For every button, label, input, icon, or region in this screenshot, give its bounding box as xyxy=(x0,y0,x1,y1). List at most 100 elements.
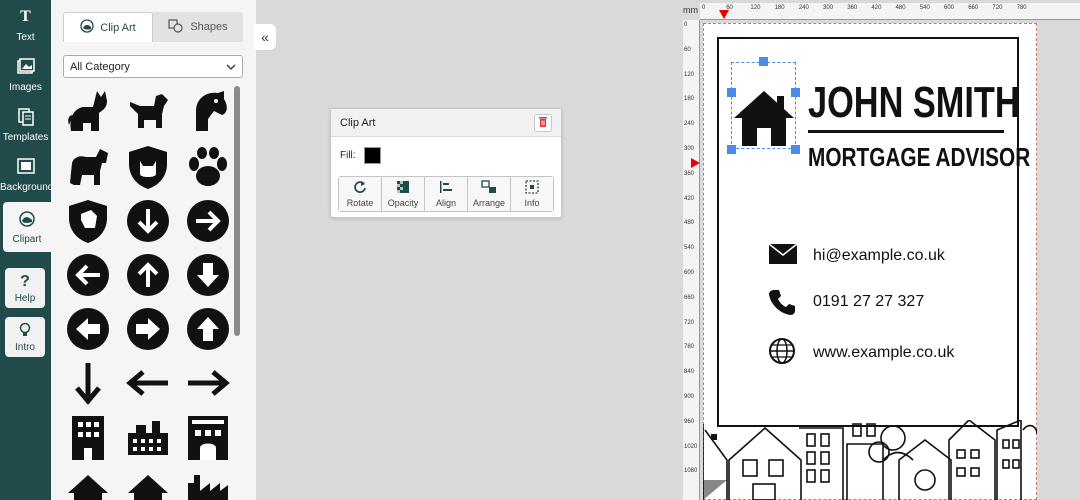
card-website[interactable]: www.example.co.uk xyxy=(813,344,954,362)
arrow-circle-right-icon[interactable] xyxy=(185,198,231,244)
rail-background[interactable]: Background xyxy=(0,150,54,200)
help-label: Help xyxy=(14,293,36,304)
horse-head-icon[interactable] xyxy=(185,88,231,134)
ruler-tick-label: 120 xyxy=(750,5,761,11)
arrow-circle-left-solid-icon[interactable] xyxy=(65,306,111,352)
hotel-icon[interactable] xyxy=(185,414,231,460)
opacity-icon xyxy=(382,180,424,198)
align-button[interactable]: Align xyxy=(425,177,468,211)
house-alt-icon[interactable] xyxy=(125,468,171,500)
opacity-button[interactable]: Opacity xyxy=(382,177,425,211)
lightbulb-icon xyxy=(5,322,45,342)
rail-text[interactable]: T Text xyxy=(0,0,51,50)
ruler-tick-label: 240 xyxy=(684,121,695,128)
ruler-tick-label: 300 xyxy=(823,5,834,11)
trash-icon xyxy=(538,116,548,130)
fill-color-swatch[interactable] xyxy=(363,146,381,164)
card-phone[interactable]: 0191 27 27 327 xyxy=(813,293,924,311)
arrow-down-icon[interactable] xyxy=(65,360,111,406)
dog-icon[interactable] xyxy=(125,88,171,134)
rail-text-label: Text xyxy=(16,32,35,43)
align-label: Align xyxy=(435,198,456,208)
images-icon xyxy=(0,58,51,80)
rail-background-label: Background xyxy=(0,182,54,193)
rotate-button[interactable]: Rotate xyxy=(339,177,382,211)
ruler-tick-label: 480 xyxy=(684,220,695,227)
shapes-icon xyxy=(168,18,184,36)
phone-icon xyxy=(768,288,798,316)
fill-row: Fill: xyxy=(331,137,561,173)
ruler-tick-label: 600 xyxy=(684,270,695,276)
ruler-horizontal: 0 60 120 180 240 300 360 420 480 540 600 660 720 780 xyxy=(700,3,1080,20)
ruler-tick-label: 480 xyxy=(895,5,906,11)
templates-icon xyxy=(0,108,51,130)
house-icon[interactable] xyxy=(65,468,111,500)
info-label: Info xyxy=(524,198,540,208)
ruler-tick-label: 900 xyxy=(684,394,695,400)
ruler-tick-label: 180 xyxy=(684,96,695,103)
rail-clipart[interactable]: Clipart xyxy=(3,202,51,252)
panel-scrollbar[interactable] xyxy=(234,86,240,336)
ruler-tick-label: 240 xyxy=(798,5,809,11)
arrow-circle-up-icon[interactable] xyxy=(125,252,171,298)
ruler-tick-label: 0 xyxy=(702,5,706,11)
arrow-left-icon[interactable] xyxy=(125,360,171,406)
ruler-tick-label: 780 xyxy=(1016,5,1027,11)
ruler-tick-label: 120 xyxy=(684,71,695,78)
factory-icon[interactable] xyxy=(185,468,231,500)
text-icon: T xyxy=(20,8,31,25)
category-select[interactable]: All Category xyxy=(63,55,243,78)
rail-templates-label: Templates xyxy=(2,132,49,143)
collapse-panel-button[interactable]: « xyxy=(254,24,276,50)
arrow-circle-down-solid-icon[interactable] xyxy=(185,252,231,298)
townscape-illustration[interactable] xyxy=(703,420,1037,500)
ruler-tick-label: 300 xyxy=(684,146,695,152)
left-rail: T Text Images Templates Background Clipa… xyxy=(0,0,54,500)
cat-icon[interactable] xyxy=(65,88,111,134)
background-icon xyxy=(0,158,51,180)
ruler-tick-label: 1080 xyxy=(684,468,698,475)
arrow-circle-right-solid-icon[interactable] xyxy=(125,306,171,352)
ruler-marker-left-icon xyxy=(691,158,700,168)
paw-icon[interactable] xyxy=(185,144,231,190)
ruler-tick-label: 840 xyxy=(684,369,695,376)
arrow-circle-down-icon[interactable] xyxy=(125,198,171,244)
card-email[interactable]: hi@example.co.uk xyxy=(813,247,945,265)
chevron-down-icon xyxy=(226,61,236,73)
intro-button[interactable]: Intro xyxy=(5,317,45,357)
ruler-tick-label: 1020 xyxy=(684,443,698,450)
ruler-tick-label: 960 xyxy=(684,418,695,425)
card-role[interactable]: MORTGAGE ADVISOR xyxy=(808,142,1030,173)
card-name[interactable]: JOHN SMITH xyxy=(808,78,1020,128)
arrow-circle-up-solid-icon[interactable] xyxy=(185,306,231,352)
ruler-marker-top-icon xyxy=(719,10,729,19)
building-icon[interactable] xyxy=(65,414,111,460)
rotate-icon xyxy=(339,180,381,198)
ruler-tick-label: 360 xyxy=(684,170,695,177)
horse-icon[interactable] xyxy=(65,144,111,190)
ruler-tick-label: 600 xyxy=(944,5,955,11)
tab-clipart[interactable]: Clip Art xyxy=(63,12,153,42)
toolbar-title: Clip Art xyxy=(340,116,376,129)
arrange-label: Arrange xyxy=(472,198,506,208)
clipart-icon xyxy=(3,210,51,232)
rail-templates[interactable]: Templates xyxy=(0,100,51,150)
name-divider xyxy=(808,130,1004,133)
arrow-circle-left-icon[interactable] xyxy=(65,252,111,298)
dog-shield-icon[interactable] xyxy=(65,198,111,244)
info-button[interactable]: Info xyxy=(511,177,553,211)
house-clipart-icon[interactable] xyxy=(733,88,795,153)
rail-images[interactable]: Images xyxy=(0,50,51,100)
industry-icon[interactable] xyxy=(125,414,171,460)
rail-clipart-label: Clipart xyxy=(12,234,42,245)
rotate-label: Rotate xyxy=(346,198,374,208)
ruler-tick-label: 660 xyxy=(684,294,695,301)
help-button[interactable]: ? Help xyxy=(5,268,45,308)
arrange-button[interactable]: Arrange xyxy=(468,177,511,211)
delete-button[interactable] xyxy=(534,113,552,132)
ruler-tick-label: 420 xyxy=(684,195,695,202)
tab-shapes[interactable]: Shapes xyxy=(153,12,243,42)
cat-shield-icon[interactable] xyxy=(125,144,171,190)
arrow-right-icon[interactable] xyxy=(185,360,231,406)
rotate-handle[interactable] xyxy=(759,57,768,66)
